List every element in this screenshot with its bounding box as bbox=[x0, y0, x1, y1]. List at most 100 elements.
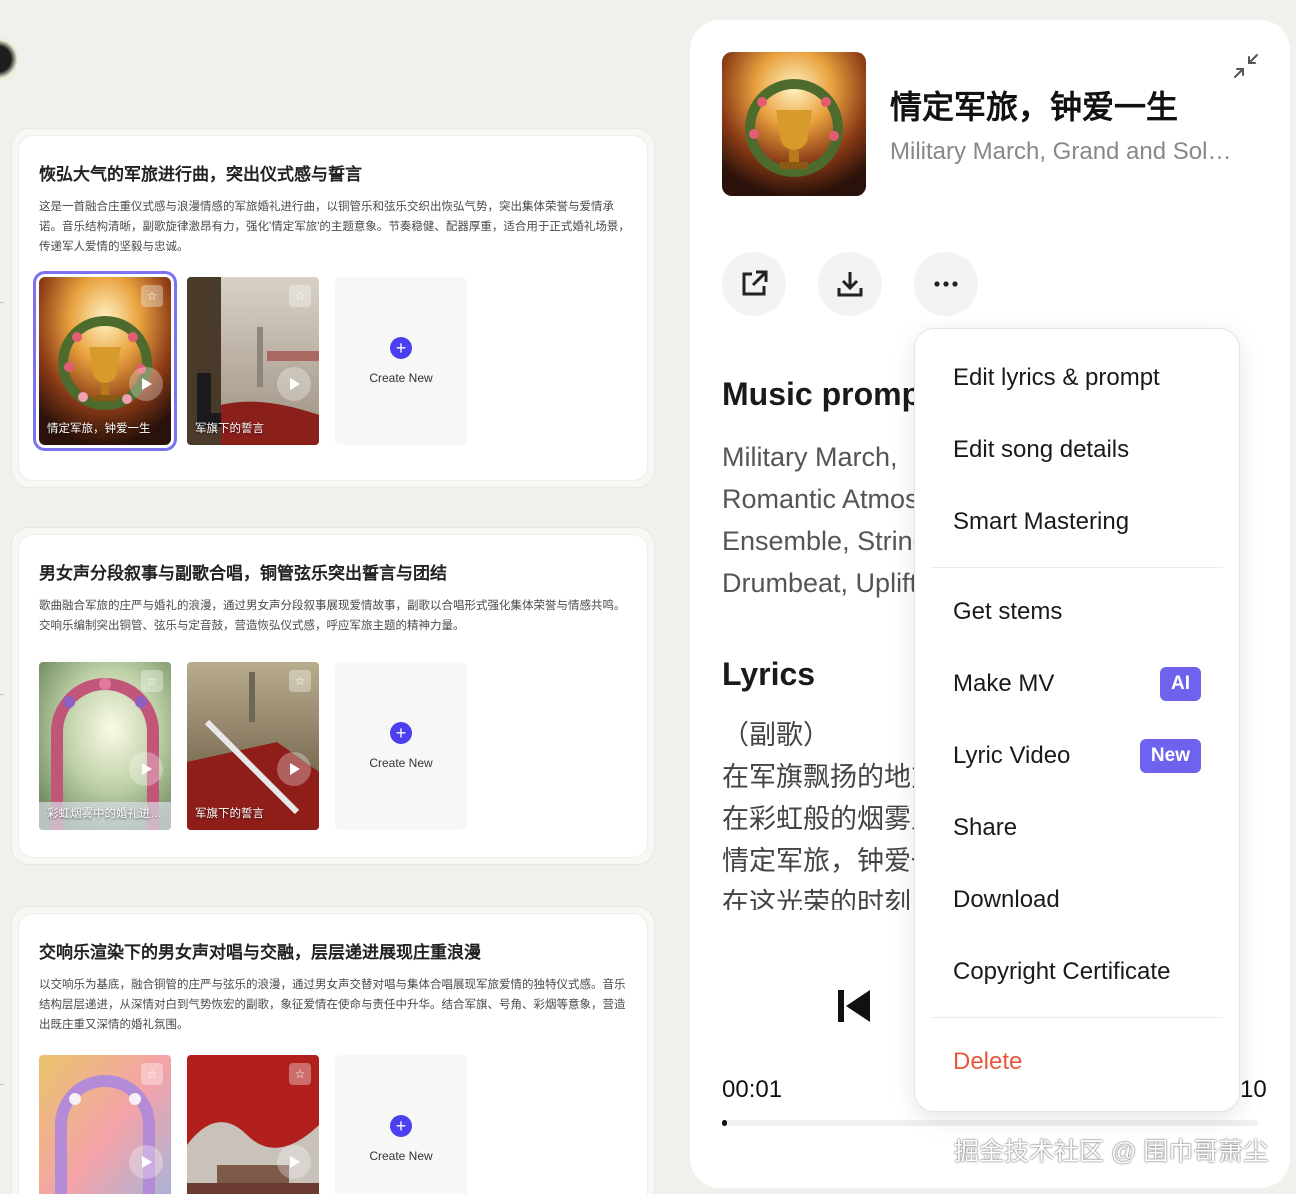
song-thumbnail[interactable]: ☆ 军旗下的誓言 bbox=[187, 277, 319, 445]
create-new-label: Create New bbox=[369, 756, 433, 770]
avatar-blob bbox=[0, 34, 18, 84]
menu-item-label: Share bbox=[953, 814, 1018, 841]
favorite-star-icon[interactable]: ☆ bbox=[289, 1063, 311, 1085]
menu-item-label: Download bbox=[953, 886, 1060, 913]
favorite-star-icon[interactable]: ☆ bbox=[289, 670, 311, 692]
favorite-star-icon[interactable]: ☆ bbox=[141, 1063, 163, 1085]
progress-bar[interactable] bbox=[722, 1120, 1258, 1126]
ai-badge: AI bbox=[1160, 667, 1201, 701]
prompt-text: Military March, Romantic Atmosphere, Ens… bbox=[722, 436, 922, 604]
project-list: 恢弘大气的军旅进行曲，突出仪式感与誓言 这是一首融合庄重仪式感与浪漫情感的军旅婚… bbox=[0, 0, 670, 1194]
project-card-inner: 交响乐渲染下的男女声对唱与交融，层层递进展现庄重浪漫 以交响乐为基底，融合铜管的… bbox=[19, 914, 647, 1194]
more-icon bbox=[934, 281, 958, 287]
skip-back-icon[interactable] bbox=[834, 986, 874, 1026]
lyrics-line: 在这光荣的时刻 bbox=[722, 888, 911, 910]
menu-item-label: Get stems bbox=[953, 598, 1063, 625]
song-thumbnail[interactable]: ☆ 情定军旅，钟爱一生 bbox=[33, 271, 177, 451]
song-cover bbox=[722, 52, 866, 196]
menu-item-download[interactable]: Download bbox=[953, 882, 1201, 918]
menu-item-delete[interactable]: Delete bbox=[953, 1044, 1201, 1080]
menu-item-label: Lyric Video bbox=[953, 742, 1071, 769]
play-icon[interactable] bbox=[277, 1145, 311, 1179]
favorite-star-icon[interactable]: ☆ bbox=[141, 285, 163, 307]
download-icon bbox=[837, 272, 863, 297]
create-new-label: Create New bbox=[369, 1149, 433, 1163]
lyrics-heading: Lyrics bbox=[722, 656, 816, 692]
song-thumbnails: ☆ 彩虹烟雾中的婚礼进行曲 ☆ 军旗下的誓言 + Create New bbox=[39, 662, 627, 830]
menu-item-label: Edit song details bbox=[953, 436, 1130, 463]
song-label: 彩虹烟雾中的婚礼进行曲 bbox=[47, 808, 163, 820]
menu-divider bbox=[931, 567, 1223, 568]
lyrics-line: （副歌） bbox=[722, 720, 830, 750]
menu-item-label: Copyright Certificate bbox=[953, 958, 1171, 985]
project-title: 交响乐渲染下的男女声对唱与交融，层层递进展现庄重浪漫 bbox=[39, 943, 481, 962]
menu-item-copyright[interactable]: Copyright Certificate bbox=[953, 954, 1201, 990]
share-button[interactable] bbox=[722, 252, 786, 316]
create-new-button[interactable]: + Create New bbox=[335, 1055, 467, 1194]
divider-tick bbox=[0, 1084, 4, 1085]
project-description: 以交响乐为基底，融合铜管的庄严与弦乐的浪漫，通过男女声交替对唱与集体合唱展现军旅… bbox=[39, 979, 626, 1031]
play-icon[interactable] bbox=[129, 752, 163, 786]
trophy-artwork bbox=[722, 52, 866, 196]
menu-item-edit-details[interactable]: Edit song details bbox=[953, 432, 1201, 468]
divider-tick bbox=[0, 302, 4, 303]
project-card: 恢弘大气的军旅进行曲，突出仪式感与誓言 这是一首融合庄重仪式感与浪漫情感的军旅婚… bbox=[11, 128, 655, 488]
project-card-inner: 男女声分段叙事与副歌合唱，铜管弦乐突出誓言与团结 歌曲融合军旅的庄严与婚礼的浪漫… bbox=[19, 535, 647, 857]
watermark: 掘金技术社区 @ 围巾哥萧尘 bbox=[954, 1138, 1269, 1166]
lyrics-line: 在彩虹般的烟雾里 bbox=[722, 804, 922, 834]
project-title: 男女声分段叙事与副歌合唱，铜管弦乐突出誓言与团结 bbox=[39, 564, 447, 583]
plus-icon: + bbox=[390, 1115, 412, 1137]
collapse-icon[interactable] bbox=[1232, 52, 1260, 80]
create-new-button[interactable]: + Create New bbox=[335, 277, 467, 445]
plus-icon: + bbox=[390, 722, 412, 744]
menu-item-label: Smart Mastering bbox=[953, 508, 1130, 535]
prompt-line: Military March, bbox=[722, 442, 898, 472]
play-icon[interactable] bbox=[129, 1145, 163, 1179]
menu-item-share[interactable]: Share bbox=[953, 810, 1201, 846]
download-button[interactable] bbox=[818, 252, 882, 316]
song-thumbnails: ☆ ☆ + Create New bbox=[39, 1055, 627, 1194]
current-time: 00:01 bbox=[722, 1076, 783, 1103]
play-icon[interactable] bbox=[277, 752, 311, 786]
menu-item-lyric-video[interactable]: Lyric Video New bbox=[953, 738, 1201, 774]
song-title: 情定军旅，钟爱一生 bbox=[890, 89, 1179, 125]
project-card: 男女声分段叙事与副歌合唱，铜管弦乐突出誓言与团结 歌曲融合军旅的庄严与婚礼的浪漫… bbox=[11, 527, 655, 865]
song-thumbnail[interactable]: ☆ 军旗下的誓言 bbox=[187, 662, 319, 830]
song-label: 军旗下的誓言 bbox=[195, 808, 264, 820]
project-card-inner: 恢弘大气的军旅进行曲，突出仪式感与誓言 这是一首融合庄重仪式感与浪漫情感的军旅婚… bbox=[19, 136, 647, 480]
song-thumbnail[interactable]: ☆ 彩虹烟雾中的婚礼进行曲 bbox=[39, 662, 171, 830]
song-thumbnail[interactable]: ☆ bbox=[39, 1055, 171, 1194]
project-description: 歌曲融合军旅的庄严与婚礼的浪漫，通过男女声分段叙事展现爱情故事，副歌以合唱形式强… bbox=[39, 600, 626, 632]
progress-fill bbox=[722, 1120, 728, 1126]
more-options-button[interactable] bbox=[914, 252, 978, 316]
plus-icon: + bbox=[390, 337, 412, 359]
project-card: 交响乐渲染下的男女声对唱与交融，层层递进展现庄重浪漫 以交响乐为基底，融合铜管的… bbox=[11, 906, 655, 1194]
menu-item-get-stems[interactable]: Get stems bbox=[953, 594, 1201, 630]
menu-item-make-mv[interactable]: Make MV AI bbox=[953, 666, 1201, 702]
menu-divider bbox=[931, 1017, 1223, 1018]
total-time: 10 bbox=[1240, 1076, 1267, 1103]
favorite-star-icon[interactable]: ☆ bbox=[289, 285, 311, 307]
song-subtitle: Military March, Grand and Solemn bbox=[890, 138, 1240, 165]
lyrics-text: （副歌） 在军旗飘扬的地方 在彩虹般的烟雾里 情定军旅，钟爱一生 在这光荣的时刻 bbox=[722, 714, 922, 910]
lyrics-line: 情定军旅，钟爱一生 bbox=[722, 846, 922, 876]
favorite-star-icon[interactable]: ☆ bbox=[141, 670, 163, 692]
menu-item-label: Make MV bbox=[953, 670, 1055, 697]
prompt-heading: Music prompt bbox=[722, 376, 932, 412]
share-icon bbox=[742, 270, 768, 296]
create-new-button[interactable]: + Create New bbox=[335, 662, 467, 830]
menu-item-smart-mastering[interactable]: Smart Mastering bbox=[953, 504, 1201, 540]
song-thumbnails: ☆ 情定军旅，钟爱一生 ☆ 军旗下的誓言 + Create New bbox=[33, 271, 627, 451]
song-label: 军旗下的誓言 bbox=[195, 423, 264, 435]
divider-tick bbox=[0, 694, 4, 695]
menu-item-edit-lyrics[interactable]: Edit lyrics & prompt bbox=[953, 360, 1201, 396]
project-description: 这是一首融合庄重仪式感与浪漫情感的军旅婚礼进行曲，以铜管乐和弦乐交织出恢弘气势，… bbox=[39, 201, 630, 253]
prompt-line: Romantic Atmosphere, bbox=[722, 484, 922, 514]
song-thumbnail[interactable]: ☆ bbox=[187, 1055, 319, 1194]
project-title: 恢弘大气的军旅进行曲，突出仪式感与誓言 bbox=[39, 165, 362, 184]
play-icon[interactable] bbox=[129, 367, 163, 401]
prompt-line: Drumbeat, Uplifting bbox=[722, 568, 922, 598]
create-new-label: Create New bbox=[369, 371, 433, 385]
play-icon[interactable] bbox=[277, 367, 311, 401]
menu-item-label: Edit lyrics & prompt bbox=[953, 364, 1160, 391]
